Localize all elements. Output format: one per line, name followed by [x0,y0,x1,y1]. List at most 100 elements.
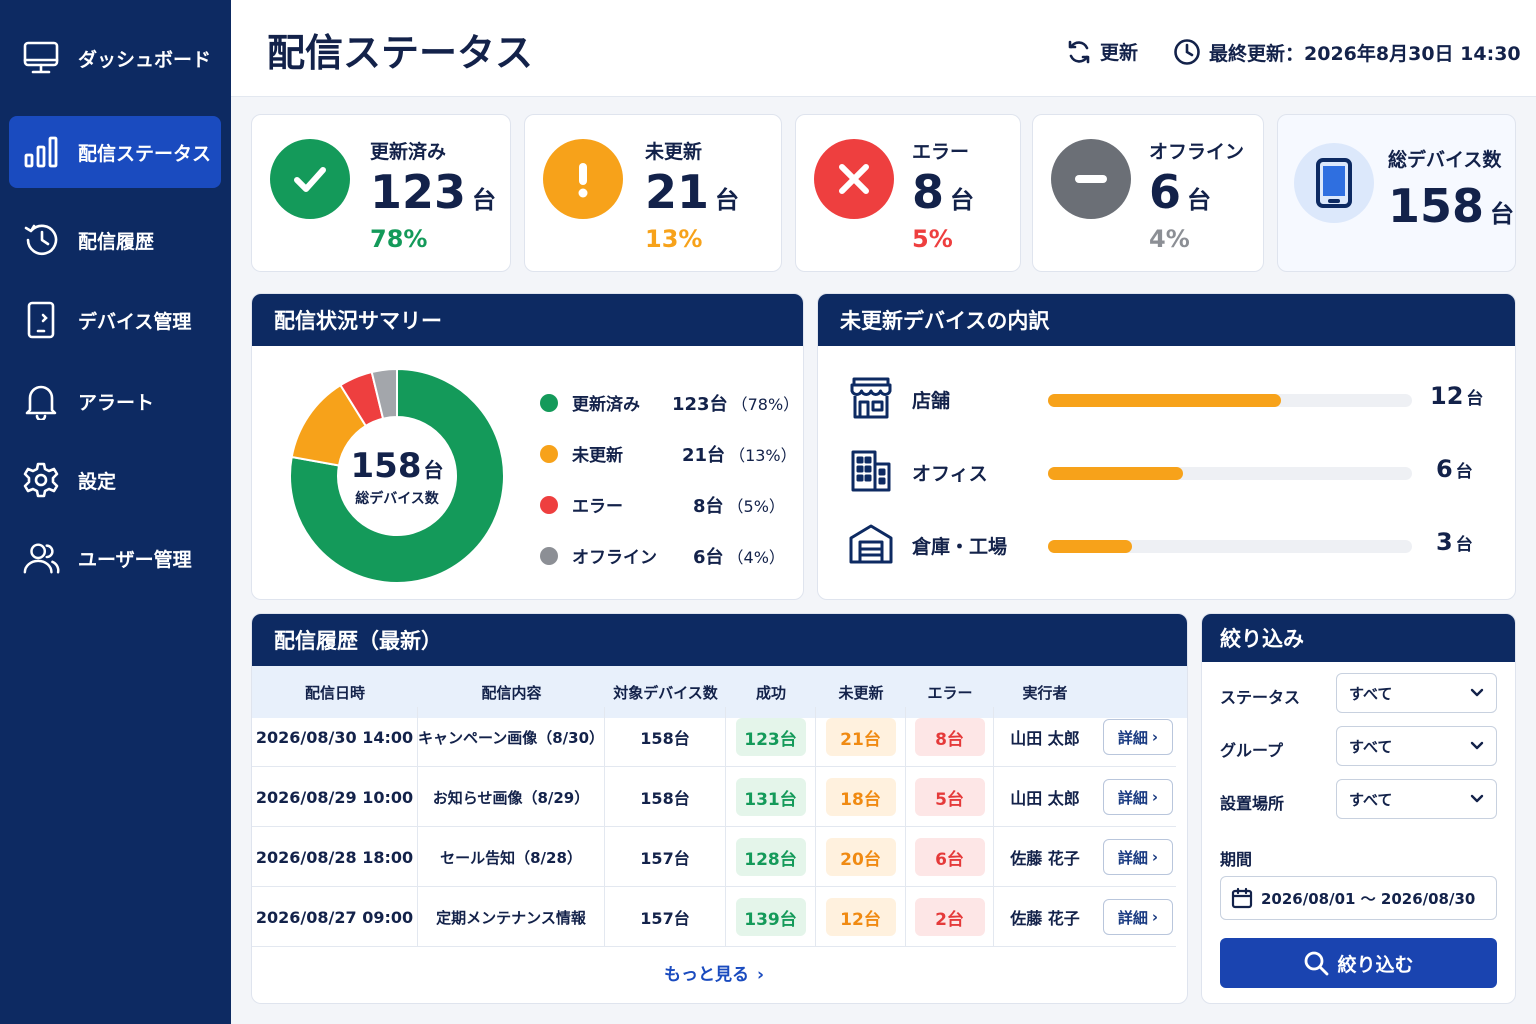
cell-pending: 21台 [816,707,906,767]
breakdown-panel: 未更新デバイスの内訳 店舗 12 台 オフィス 6台 倉庫・工場 3台 [817,293,1516,600]
stat-card-total: 総デバイス数 158 台 [1277,114,1516,272]
group-select[interactable]: すべて [1336,726,1497,766]
stat-percent: 78% [370,225,428,253]
cell-success: 131台 [726,767,816,827]
history-panel: 配信履歴（最新） 配信日時 配信内容 対象デバイス数 成功 未更新 エラー 実行… [251,613,1188,1004]
breakdown-value: 3台 [1436,528,1473,556]
stat-label: エラー [912,141,970,163]
cell-success: 123台 [726,707,816,767]
cell-target: 157台 [605,827,726,887]
cell-content: キャンペーン画像（8/30） [418,707,605,767]
check-icon [270,139,350,219]
cell-date: 2026/08/27 09:00 [252,887,418,947]
bar-chart-icon [22,133,60,171]
warehouse-icon [848,522,894,566]
stat-card-pending: 未更新 21 台 13% [524,114,782,272]
refresh-icon [1066,39,1092,65]
chevron-right-icon: › [1151,788,1159,806]
bell-icon [22,382,60,420]
column-header: 実行者 [1022,684,1068,702]
tablet-icon [1294,143,1374,223]
breakdown-bar-fill [1048,540,1132,553]
chevron-right-icon: › [1151,908,1159,926]
detail-button[interactable]: 詳細 › [1103,839,1173,875]
breakdown-name: オフィス [912,463,988,485]
column-header: 成功 [755,684,786,702]
cell-content: セール告知（8/28） [418,827,605,887]
stat-value: 8台 [912,165,975,219]
breakdown-row-warehouse: 倉庫・工場 3台 [848,520,1488,570]
chevron-down-icon [1470,794,1484,804]
table-row: 2026/08/30 14:00 キャンペーン画像（8/30） 158台 123… [252,707,1176,767]
sidebar-item-label: 配信ステータス [78,142,212,165]
cell-date: 2026/08/29 10:00 [252,767,418,827]
stat-label: 更新済み [370,141,447,163]
location-select[interactable]: すべて [1336,779,1497,819]
legend-item: オフライン 6台 （4%） [540,543,785,568]
chevron-down-icon [1470,688,1484,698]
legend-item: 未更新 21台 （13%） [540,441,797,466]
legend-value: 6台 （4%） [693,546,785,568]
cell-user: 山田 太郎 [1010,729,1080,748]
detail-button[interactable]: 詳細 › [1103,719,1173,755]
sidebar-item-label: デバイス管理 [78,310,192,333]
period-input[interactable]: 2026/08/01 ～ 2026/08/30 [1220,876,1497,920]
search-icon [1305,951,1329,976]
sidebar-item-settings[interactable]: 設定 [9,444,221,516]
stat-card-error: エラー 8台 5% [795,114,1021,272]
sidebar-item-alert[interactable]: アラート [9,365,221,437]
filter-panel: 絞り込み ステータス すべて グループ すべて 設置場所 すべて 期間 2026… [1201,613,1516,1004]
refresh-label: 更新 [1100,42,1139,64]
sidebar-item-delivery-status[interactable]: 配信ステータス [9,116,221,188]
sidebar-item-label: ユーザー管理 [78,548,192,571]
sidebar-item-delivery-history[interactable]: 配信履歴 [9,204,221,276]
cell-user: 佐藤 花子 [1010,909,1080,928]
detail-button[interactable]: 詳細 › [1103,899,1173,935]
stat-value: 158 台 [1388,179,1515,233]
stat-value: 21 台 [645,165,740,219]
detail-button[interactable]: 詳細 › [1103,779,1173,815]
sidebar-item-user-management[interactable]: ユーザー管理 [9,522,221,594]
users-icon [22,539,60,577]
column-header: 対象デバイス数 [613,684,718,702]
cell-date: 2026/08/28 18:00 [252,827,418,887]
legend-value: 21台 （13%） [682,444,797,466]
legend-dot [540,546,558,565]
legend-value: 123台 （78%） [672,393,800,415]
breakdown-value: 6台 [1436,455,1473,483]
stat-card-updated: 更新済み 123 台 78% [251,114,511,272]
cell-content: お知らせ画像（8/29） [418,767,605,827]
legend-name: 未更新 [572,446,623,466]
cell-user: 山田 太郎 [1010,789,1080,808]
cell-success: 139台 [726,887,816,947]
breakdown-title: 未更新デバイスの内訳 [818,294,1515,346]
cell-date: 2026/08/30 14:00 [252,707,418,767]
refresh-button[interactable]: 更新 [1066,38,1138,65]
breakdown-bar-fill [1048,467,1183,480]
calendar-icon [1231,887,1253,909]
sidebar-item-device-management[interactable]: デバイス管理 [9,284,221,356]
donut-center-value: 158 台 [350,446,444,486]
cell-pending: 12台 [816,887,906,947]
sidebar-item-label: 配信履歴 [78,230,155,253]
legend-name: 更新済み [572,395,640,415]
table-row: 2026/08/28 18:00 セール告知（8/28） 157台 128台 2… [252,827,1176,887]
status-select[interactable]: すべて [1336,673,1497,713]
cell-success: 128台 [726,827,816,887]
filter-label-status: ステータス [1220,688,1301,707]
stat-percent: 4% [1149,225,1190,253]
x-icon [814,139,894,219]
cell-target: 157台 [605,887,726,947]
page-title: 配信ステータス [267,31,534,75]
filter-label-location: 設置場所 [1220,794,1285,813]
apply-filter-button[interactable]: 絞り込む [1220,938,1497,988]
show-more-link[interactable]: もっと見る › [252,960,1176,985]
donut-center: 158 台 総デバイス数 [290,446,504,508]
chevron-down-icon [1470,741,1484,751]
legend-value: 8台 （5%） [693,495,785,517]
sidebar-item-dashboard[interactable]: ダッシュボード [9,22,221,94]
sidebar-item-label: ダッシュボード [78,48,212,71]
stat-value: 123 台 [370,165,497,219]
cell-target: 158台 [605,707,726,767]
breakdown-row-office: オフィス 6台 [848,447,1488,497]
